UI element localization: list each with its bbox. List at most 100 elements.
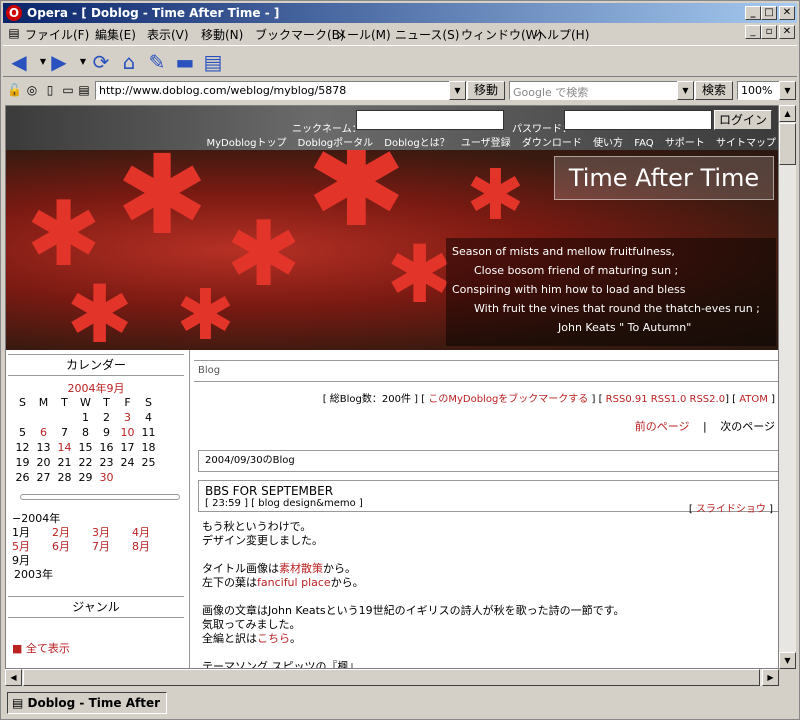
menu-edit[interactable]: 編集(E) bbox=[95, 26, 136, 43]
page-tab[interactable]: ▤ Doblog - Time After bbox=[7, 692, 167, 714]
vertical-scrollbar[interactable]: ▲ ▼ bbox=[779, 105, 796, 669]
calendar-day: 9 bbox=[103, 426, 110, 439]
stats-end: ] bbox=[771, 394, 775, 405]
nav-download[interactable]: ダウンロード bbox=[522, 138, 582, 149]
nickname-input[interactable] bbox=[356, 110, 504, 130]
archive-month-link[interactable]: 1月 bbox=[12, 526, 52, 540]
archive-month-link[interactable]: 6月 bbox=[52, 540, 92, 554]
security-icon[interactable]: 🔓 bbox=[7, 83, 22, 97]
body-line: もう秋というわけで。 bbox=[202, 520, 312, 533]
home-icon[interactable]: ⌂ bbox=[117, 50, 141, 74]
slideshow-control: [ スライドショウ ] bbox=[689, 500, 773, 515]
wand-icon[interactable]: ◎ bbox=[25, 83, 39, 97]
back-icon[interactable]: ◀ bbox=[7, 50, 31, 74]
menu-window[interactable]: ウィンドウ(W) bbox=[461, 26, 542, 43]
archive-month-link[interactable]: 7月 bbox=[92, 540, 132, 554]
nav-mydoblog-top[interactable]: MyDoblogトップ bbox=[207, 138, 287, 149]
horizontal-scrollbar[interactable]: ◀ ▶ bbox=[5, 669, 779, 686]
archive-month-link[interactable]: 4月 bbox=[132, 526, 172, 540]
go-button[interactable]: 移動 bbox=[467, 81, 505, 100]
calendar-day: 19 bbox=[15, 456, 30, 469]
calendar-day[interactable]: 30 bbox=[96, 470, 117, 485]
nav-support[interactable]: サポート bbox=[665, 138, 705, 149]
main-content: Blog [ 総Blog数：200件 ] [ このMyDoblogをブックマーク… bbox=[189, 350, 778, 668]
page-icon[interactable]: ▤ bbox=[201, 50, 225, 74]
password-input[interactable] bbox=[564, 110, 712, 130]
poem-line: Conspiring with him how to load and bles… bbox=[452, 283, 686, 296]
show-all-link[interactable]: ■ 全て表示 bbox=[12, 640, 70, 656]
title-bar[interactable]: O Opera - [ Doblog - Time After Time - ]… bbox=[3, 3, 797, 23]
blog-stats: [ 総Blog数：200件 ] [ このMyDoblogをブックマークする ] … bbox=[323, 390, 775, 405]
url-input[interactable]: http://www.doblog.com/weblog/myblog/5878 bbox=[95, 81, 467, 100]
forward-icon[interactable]: ▶ bbox=[47, 50, 71, 74]
scroll-left-icon[interactable]: ◀ bbox=[5, 669, 22, 686]
atom-link[interactable]: ATOM bbox=[739, 394, 768, 405]
calendar-day[interactable]: 6 bbox=[33, 425, 54, 440]
document-icon: ▤ bbox=[8, 26, 20, 40]
slideshow-link[interactable]: スライドショウ bbox=[696, 504, 766, 515]
menu-navigate[interactable]: 移動(N) bbox=[201, 26, 243, 43]
nav-register[interactable]: ユーザ登録 bbox=[461, 138, 511, 149]
calendar-day[interactable]: 10 bbox=[117, 425, 138, 440]
rss091-link[interactable]: RSS0.91 bbox=[606, 394, 648, 405]
maple-leaf-icon: ✱ bbox=[176, 274, 235, 350]
calendar-day: 24 bbox=[120, 456, 135, 469]
menu-help[interactable]: ヘルプ(H) bbox=[535, 26, 589, 43]
doc-close-button[interactable]: ✕ bbox=[779, 25, 795, 39]
print-icon[interactable]: ▬ bbox=[173, 50, 197, 74]
archive-month-link[interactable]: 3月 bbox=[92, 526, 132, 540]
menu-news[interactable]: ニュース(S) bbox=[395, 26, 459, 43]
url-dropdown-icon[interactable]: ▼ bbox=[449, 81, 466, 100]
scroll-up-icon[interactable]: ▲ bbox=[779, 105, 796, 122]
doc-restore-button[interactable]: ▫ bbox=[761, 25, 777, 39]
menu-view[interactable]: 表示(V) bbox=[147, 26, 189, 43]
doc-minimize-button[interactable]: _ bbox=[745, 25, 761, 39]
vertical-scroll-thumb[interactable] bbox=[779, 123, 796, 165]
tab-bar: ▤ Doblog - Time After bbox=[3, 689, 797, 717]
menu-bookmarks[interactable]: ブックマーク(B) bbox=[255, 26, 345, 43]
scroll-down-icon[interactable]: ▼ bbox=[779, 652, 796, 669]
archive-month-link[interactable]: 5月 bbox=[12, 540, 52, 554]
nav-doblog-portal[interactable]: Doblogポータル bbox=[298, 138, 373, 149]
poem-translation-link[interactable]: こちら bbox=[257, 632, 290, 645]
menu-file[interactable]: ファイル(F) bbox=[25, 26, 89, 43]
nav-howto[interactable]: 使い方 bbox=[593, 138, 623, 149]
scroll-right-icon[interactable]: ▶ bbox=[762, 669, 779, 686]
pager-separator: | bbox=[703, 420, 707, 433]
archive-month-link[interactable]: 8月 bbox=[132, 540, 172, 554]
archive-year[interactable]: −2004年 bbox=[12, 512, 172, 526]
rss10-link[interactable]: RSS1.0 bbox=[651, 394, 687, 405]
search-button[interactable]: 検索 bbox=[695, 81, 733, 100]
calendar-day[interactable]: 14 bbox=[54, 440, 75, 455]
poem-box: Season of mists and mellow fruitfulness,… bbox=[446, 238, 776, 346]
tab-favicon: ▤ bbox=[12, 696, 28, 710]
trash-icon[interactable]: ▭ bbox=[61, 83, 75, 97]
maximize-button[interactable]: □ bbox=[761, 6, 777, 20]
nav-faq[interactable]: FAQ bbox=[634, 138, 653, 149]
archive-month-link[interactable]: 2月 bbox=[52, 526, 92, 540]
hotlist-icon[interactable]: ✎ bbox=[145, 50, 169, 74]
bookmark-link[interactable]: このMyDoblogをブックマークする bbox=[428, 394, 588, 405]
prev-page-link[interactable]: 前のページ bbox=[635, 420, 690, 433]
menu-mail[interactable]: メール(M) bbox=[335, 26, 391, 43]
rss20-link[interactable]: RSS2.0 bbox=[690, 394, 726, 405]
sozai-link[interactable]: 素材散策 bbox=[279, 562, 323, 575]
horizontal-scroll-thumb[interactable] bbox=[23, 669, 760, 686]
zoom-dropdown-icon[interactable]: ▼ bbox=[779, 81, 796, 100]
calendar-day[interactable]: 3 bbox=[117, 410, 138, 425]
nav-sitemap[interactable]: サイトマップ bbox=[716, 138, 776, 149]
poem-line: Season of mists and mellow fruitfulness, bbox=[452, 245, 675, 258]
search-input[interactable]: Google で検索 bbox=[509, 81, 695, 100]
reload-icon[interactable]: ⟳ bbox=[89, 50, 113, 74]
search-dropdown-icon[interactable]: ▼ bbox=[677, 81, 694, 100]
fanciful-place-link[interactable]: fanciful place bbox=[257, 576, 331, 589]
close-button[interactable]: ✕ bbox=[779, 6, 795, 20]
archive-prev-year[interactable]: 2003年 bbox=[12, 568, 172, 582]
calendar-day: 7 bbox=[61, 426, 68, 439]
weekday-label: T bbox=[61, 396, 68, 409]
new-page-icon[interactable]: ▯ bbox=[43, 83, 57, 97]
minimize-button[interactable]: _ bbox=[745, 6, 761, 20]
login-button[interactable]: ログイン bbox=[714, 110, 772, 130]
nav-about[interactable]: Doblogとは？ bbox=[384, 138, 449, 149]
calendar-day: 11 bbox=[141, 426, 156, 439]
